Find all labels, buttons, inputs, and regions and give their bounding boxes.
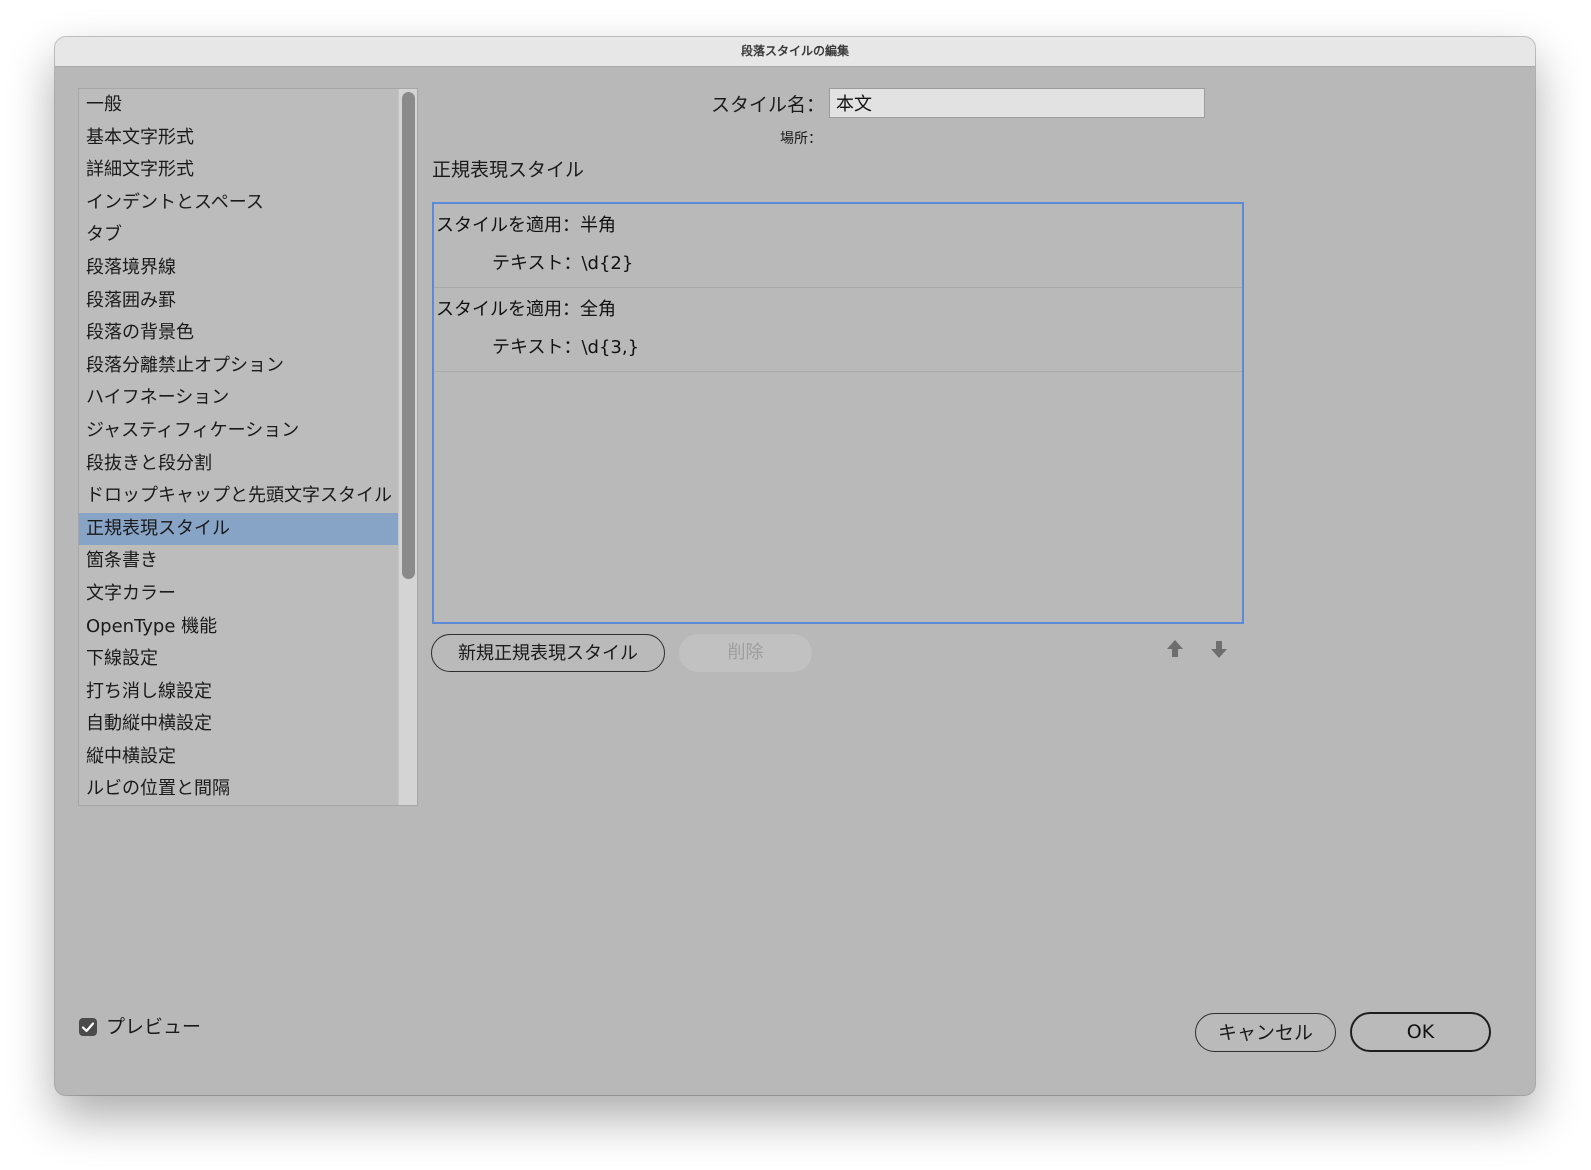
sidebar-item[interactable]: 箇条書き [79, 545, 399, 578]
style-name-label: スタイル名： [710, 94, 825, 116]
sidebar-item[interactable]: 段落分離禁止オプション [79, 350, 399, 383]
sidebar-item[interactable]: 基本文字形式 [79, 122, 399, 155]
sidebar-item[interactable]: OpenType 機能 [79, 611, 399, 644]
arrow-up-icon[interactable] [1163, 637, 1187, 661]
ok-button[interactable]: OK [1350, 1012, 1491, 1052]
regex-style-rule[interactable]: スタイルを適用：半角テキスト：\d{2} [434, 204, 1242, 288]
cancel-button[interactable]: キャンセル [1195, 1013, 1336, 1052]
rule-text-pattern[interactable]: テキスト：\d{2} [492, 250, 633, 278]
regex-style-rule[interactable]: スタイルを適用：全角テキスト：\d{3,} [434, 288, 1242, 372]
section-title: 正規表現スタイル [432, 159, 585, 181]
new-regex-style-button[interactable]: 新規正規表現スタイル [431, 634, 665, 672]
preview-checkbox[interactable] [79, 1018, 97, 1036]
sidebar-item[interactable]: ジャスティフィケーション [79, 415, 399, 448]
sidebar-item[interactable]: インデントとスペース [79, 187, 399, 220]
location-label: 場所： [780, 131, 822, 147]
sidebar-scrollbar[interactable] [398, 89, 417, 805]
sidebar-item[interactable]: 段抜きと段分割 [79, 448, 399, 481]
rule-apply-style[interactable]: スタイルを適用：半角 [436, 212, 616, 240]
sidebar-item[interactable]: 下線設定 [79, 643, 399, 676]
rule-text-pattern[interactable]: テキスト：\d{3,} [492, 334, 639, 362]
sidebar-item[interactable]: 段落境界線 [79, 252, 399, 285]
category-list: 一般 基本文字形式 詳細文字形式 インデントとスペース タブ 段落境界線 段落囲み罫 段落の背… [79, 89, 399, 805]
sidebar-item[interactable]: タブ [79, 219, 399, 252]
dialog-title: 段落スタイルの編集 [55, 37, 1535, 67]
arrow-down-icon[interactable] [1207, 637, 1231, 661]
rule-apply-style[interactable]: スタイルを適用：全角 [436, 296, 616, 324]
preview-label[interactable]: プレビュー [106, 1013, 201, 1041]
regex-style-list[interactable]: スタイルを適用：半角 テキスト：\d{2} スタイルを適用：全角 テキスト：\d{3,… [432, 202, 1244, 624]
sidebar-item[interactable]: 一般 [79, 89, 399, 122]
checkmark-icon [81, 1022, 95, 1033]
style-name-input[interactable] [829, 88, 1205, 118]
sidebar-item[interactable]: 打ち消し線設定 [79, 676, 399, 709]
sidebar-item[interactable]: 正規表現スタイル [79, 512, 399, 546]
category-sidebar: 一般 基本文字形式 詳細文字形式 インデントとスペース タブ 段落境界線 段落囲み罫 段落の背… [78, 88, 418, 806]
sidebar-scroll-thumb[interactable] [402, 92, 415, 579]
sidebar-item[interactable]: 詳細文字形式 [79, 154, 399, 187]
sidebar-item[interactable]: 縦中横設定 [79, 741, 399, 774]
delete-button[interactable]: 削除 [679, 634, 812, 672]
sidebar-item[interactable]: 文字カラー [79, 578, 399, 611]
sidebar-item[interactable]: 段落の背景色 [79, 317, 399, 350]
sidebar-item[interactable]: ドロップキャップと先頭文字スタイル [79, 480, 399, 513]
sidebar-item[interactable]: 段落囲み罫 [79, 285, 399, 318]
sidebar-item[interactable]: 自動縦中横設定 [79, 708, 399, 741]
sidebar-item[interactable]: ルビの位置と間隔 [79, 773, 399, 805]
sidebar-item[interactable]: ハイフネーション [79, 382, 399, 415]
dialog-window: 段落スタイルの編集 一般 基本文字形式 詳細文字形式 インデントとスペース タブ 段落境界… [55, 37, 1535, 1095]
